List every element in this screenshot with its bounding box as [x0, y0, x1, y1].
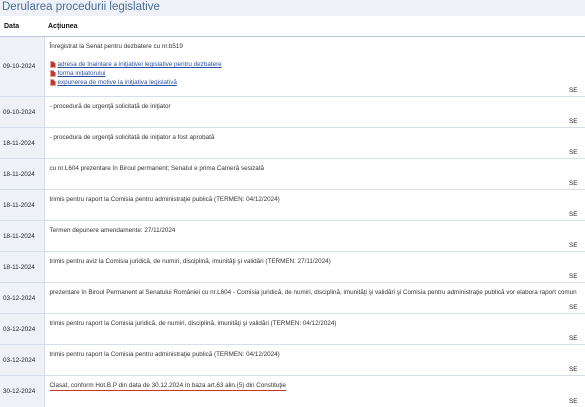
- row-date: 30-12-2024: [0, 375, 45, 407]
- row-date: 09-10-2024: [0, 36, 45, 97]
- row-action-text: Înregistrat la Senat pentru dezbatere cu…: [49, 43, 183, 50]
- date-column-header: Data: [0, 16, 44, 37]
- row-action: - procedură de urgenţă solicitată de ini…: [44, 96, 569, 128]
- row-date: 03-12-2024: [0, 313, 45, 345]
- row-chamber: SE: [569, 96, 585, 128]
- table-header-row: Data Acţiunea: [0, 16, 585, 37]
- document-link[interactable]: adresa de înaintare a iniţiativei legisl…: [58, 60, 222, 69]
- row-action-text: trimis pentru aviz la Comisia juridică, …: [49, 258, 331, 265]
- row-action-text: trimis pentru raport la Comisia juridică…: [49, 320, 337, 327]
- row-chamber: SE: [569, 158, 585, 190]
- row-action: cu nr.L604 prezentare în Biroul permanen…: [44, 158, 569, 190]
- pdf-icon: [49, 61, 56, 68]
- row-action: Clasat, conform Hot.B.P din data de 30.1…: [44, 375, 569, 407]
- row-date: 18-11-2024: [0, 220, 45, 252]
- row-date: 03-12-2024: [0, 344, 45, 376]
- table-row: 09-10-2024 Înregistrat la Senat pentru d…: [0, 36, 585, 97]
- chamber-column-header: [569, 16, 585, 37]
- row-action-text: trimis pentru raport la Comisia pentru a…: [49, 351, 280, 358]
- document-link-item[interactable]: expunerea de motive la iniţiativa legisl…: [49, 78, 570, 87]
- row-action-text: trimis pentru raport la Comisia pentru a…: [49, 196, 280, 203]
- table-row: 03-12-2024 trimis pentru raport la Comis…: [0, 313, 585, 345]
- row-action: Înregistrat la Senat pentru dezbatere cu…: [44, 36, 570, 97]
- row-action-text: Termen depunere amendamente: 27/11/2024: [49, 227, 176, 234]
- table-row: 30-12-2024 Clasat, conform Hot.B.P din d…: [0, 375, 585, 407]
- row-date: 03-12-2024: [0, 282, 45, 314]
- row-chamber: SE: [569, 220, 585, 252]
- row-date: 18-11-2024: [0, 251, 45, 283]
- table-row: 18-11-2024 trimis pentru raport la Comis…: [0, 189, 585, 221]
- row-action-text: cu nr.L604 prezentare în Biroul permanen…: [49, 165, 265, 172]
- row-chamber: SE: [569, 282, 585, 314]
- row-action-text: - procedura de urgenţă solicitată de ini…: [49, 134, 215, 141]
- row-chamber: SE: [569, 251, 585, 283]
- document-link-item[interactable]: forma iniţiatorului: [49, 69, 570, 78]
- row-chamber: SE: [569, 127, 585, 159]
- pdf-icon: [49, 70, 56, 77]
- row-action: trimis pentru aviz la Comisia juridică, …: [44, 251, 569, 283]
- table-row: 03-12-2024 prezentare în Biroul Permanen…: [0, 282, 585, 314]
- row-action: trimis pentru raport la Comisia pentru a…: [44, 344, 569, 376]
- table-row: 18-11-2024 cu nr.L604 prezentare în Biro…: [0, 158, 585, 190]
- row-date: 18-11-2024: [0, 189, 45, 221]
- row-date: 18-11-2024: [0, 158, 45, 190]
- row-action: Termen depunere amendamente: 27/11/2024: [44, 220, 569, 252]
- row-action-text: - procedură de urgenţă solicitată de ini…: [49, 103, 171, 110]
- table-row: 09-10-2024 - procedură de urgenţă solici…: [0, 96, 585, 128]
- table-row: 18-11-2024 - procedura de urgenţă solici…: [0, 127, 585, 159]
- row-action-text: Clasat, conform Hot.B.P din data de 30.1…: [49, 382, 287, 391]
- row-action: - procedura de urgenţă solicitată de ini…: [44, 127, 569, 159]
- document-link[interactable]: expunerea de motive la iniţiativa legisl…: [58, 78, 177, 87]
- row-action: trimis pentru raport la Comisia pentru a…: [44, 189, 569, 221]
- procedure-table: Data Acţiunea 09-10-2024 Înregistrat la …: [0, 16, 585, 407]
- page-title: Derularea procedurii legislative: [0, 0, 585, 16]
- action-column-header: Acţiunea: [44, 16, 569, 37]
- document-link-item[interactable]: adresa de înaintare a iniţiativei legisl…: [49, 60, 570, 69]
- row-date: 18-11-2024: [0, 127, 45, 159]
- row-action-text: prezentare în Biroul Permanent al Senatu…: [49, 289, 577, 296]
- row-action: prezentare în Biroul Permanent al Senatu…: [44, 282, 577, 314]
- row-chamber: SE: [569, 189, 585, 221]
- table-row: 18-11-2024 Termen depunere amendamente: …: [0, 220, 585, 252]
- document-link[interactable]: forma iniţiatorului: [58, 69, 106, 78]
- row-chamber: SE: [569, 36, 585, 97]
- row-action: trimis pentru raport la Comisia juridică…: [44, 313, 569, 345]
- table-row: 18-11-2024 trimis pentru aviz la Comisia…: [0, 251, 585, 283]
- row-chamber: SE: [569, 344, 585, 376]
- row-chamber: SE: [569, 375, 585, 407]
- pdf-icon: [49, 79, 56, 86]
- row-chamber: SE: [569, 313, 585, 345]
- row-date: 09-10-2024: [0, 96, 45, 128]
- table-row: 03-12-2024 trimis pentru raport la Comis…: [0, 344, 585, 376]
